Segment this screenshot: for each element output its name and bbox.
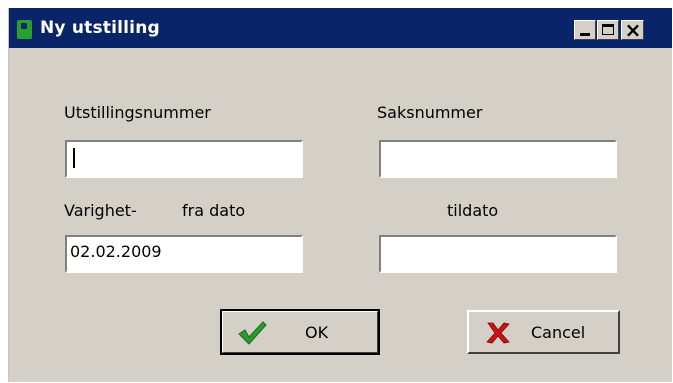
fra-dato-label: fra dato: [182, 201, 246, 220]
utstillingsnummer-label: Utstillingsnummer: [64, 103, 211, 122]
saksnummer-input[interactable]: [379, 140, 617, 178]
checkmark-icon: [238, 321, 267, 345]
minimize-button[interactable]: [574, 20, 596, 40]
title-bar[interactable]: Ny utstilling ×: [9, 8, 672, 48]
ok-button[interactable]: OK: [220, 309, 380, 355]
cancel-button-label: Cancel: [531, 323, 586, 342]
window-title: Ny utstilling: [40, 18, 160, 38]
app-icon: [17, 20, 32, 39]
cancel-button[interactable]: Cancel: [467, 310, 620, 354]
ok-button-label: OK: [305, 323, 329, 342]
tildato-label: tildato: [447, 201, 499, 220]
saksnummer-label: Saksnummer: [377, 103, 483, 122]
fra-dato-input[interactable]: 02.02.2009: [65, 235, 303, 273]
close-button[interactable]: ×: [621, 18, 644, 42]
utstillingsnummer-input[interactable]: [65, 140, 303, 178]
tildato-input[interactable]: [379, 235, 617, 273]
close-icon: ×: [624, 18, 642, 42]
varighet-label: Varighet-: [64, 201, 137, 220]
maximize-icon: [602, 24, 614, 35]
maximize-button[interactable]: [597, 20, 619, 40]
red-x-icon: [486, 322, 510, 344]
minimize-icon: [580, 33, 590, 36]
dialog-window: Ny utstilling × Utstillingsnummer Saksnu…: [8, 8, 672, 382]
